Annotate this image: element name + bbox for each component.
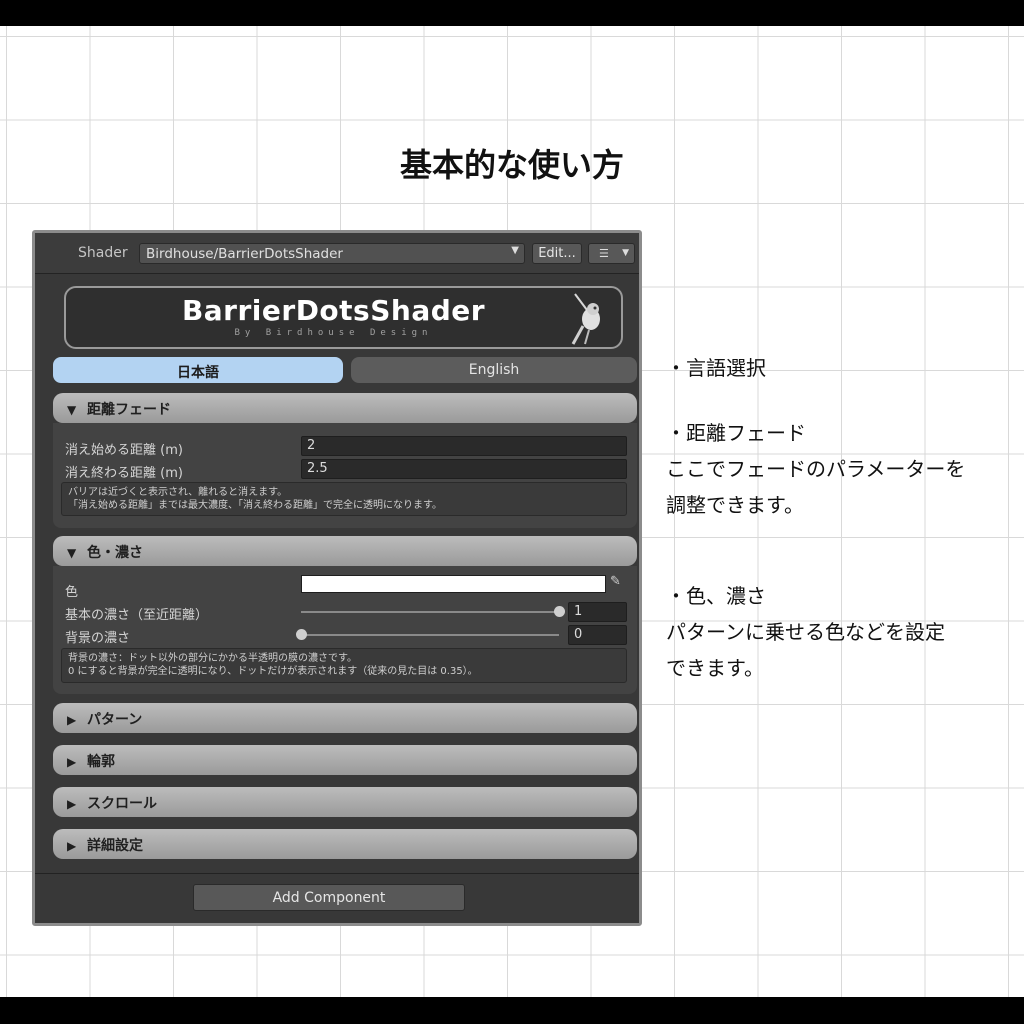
help-line: バリアは近づくと表示され、離れると消えます。 bbox=[68, 487, 288, 498]
section-title: スクロール bbox=[87, 796, 157, 812]
note-language: ・言語選択 bbox=[666, 350, 766, 386]
section-body-distance-fade: 消え始める距離 (m) 2 消え終わる距離 (m) 2.5 バリアは近づくと表示… bbox=[53, 423, 637, 528]
expanded-triangle-icon: ▼ bbox=[67, 403, 77, 417]
section-header-distance-fade[interactable]: ▼ 距離フェード bbox=[53, 393, 637, 423]
section-header-pattern[interactable]: ▶ パターン bbox=[53, 703, 637, 733]
top-letterbox-bar bbox=[0, 0, 1024, 26]
base-density-input[interactable]: 1 bbox=[568, 602, 627, 622]
fade-end-label: 消え終わる距離 (m) bbox=[65, 466, 183, 481]
shader-dropdown[interactable]: Birdhouse/BarrierDotsShader ▼ bbox=[139, 243, 525, 264]
color-field[interactable] bbox=[301, 575, 606, 593]
footer-divider bbox=[35, 873, 639, 874]
note-color-line: パターンに乗せる色などを設定 bbox=[666, 620, 945, 644]
background-density-slider-knob[interactable] bbox=[295, 629, 307, 640]
note-fade-title: ・距離フェード bbox=[666, 421, 806, 445]
section-title: 詳細設定 bbox=[87, 838, 143, 854]
section-header-color-density[interactable]: ▼ 色・濃さ bbox=[53, 536, 637, 566]
dropdown-arrow-icon: ▼ bbox=[622, 248, 629, 258]
collapsed-triangle-icon: ▶ bbox=[67, 797, 77, 811]
section-title: 輪郭 bbox=[87, 754, 115, 770]
shader-banner: BarrierDotsShader By Birdhouse Design bbox=[64, 286, 623, 349]
banner-title: BarrierDotsShader bbox=[181, 294, 486, 327]
tab-japanese[interactable]: 日本語 bbox=[53, 357, 343, 383]
section-title: 色・濃さ bbox=[87, 545, 143, 561]
section-header-scroll[interactable]: ▶ スクロール bbox=[53, 787, 637, 817]
help-line: 背景の濃さ：ドット以外の部分にかかる半透明の膜の濃さです。 bbox=[68, 653, 357, 664]
density-help-box: 背景の濃さ：ドット以外の部分にかかる半透明の膜の濃さです。 0 にすると背景が完… bbox=[61, 648, 627, 683]
section-title: パターン bbox=[87, 712, 143, 728]
fade-start-input[interactable]: 2 bbox=[301, 436, 627, 456]
dropdown-arrow-icon: ▼ bbox=[511, 245, 519, 256]
collapsed-triangle-icon: ▶ bbox=[67, 755, 77, 769]
shader-label: Shader bbox=[78, 245, 128, 261]
note-color-line: できます。 bbox=[666, 656, 764, 680]
list-menu-icon: ☰ bbox=[599, 247, 609, 260]
add-component-button[interactable]: Add Component bbox=[193, 884, 465, 911]
expanded-triangle-icon: ▼ bbox=[67, 546, 77, 560]
fade-help-box: バリアは近づくと表示され、離れると消えます。 「消え始める距離」までは最大濃度、… bbox=[61, 482, 627, 516]
note-distance-fade: ・距離フェード ここでフェードのパラメーターを 調整できます。 bbox=[666, 415, 965, 523]
section-body-color-density: 色 ✎ 基本の濃さ（至近距離） 1 背景の濃さ 0 背景の濃さ：ドット以外の部分… bbox=[53, 566, 637, 694]
eyedropper-icon[interactable]: ✎ bbox=[610, 574, 628, 592]
section-header-advanced[interactable]: ▶ 詳細設定 bbox=[53, 829, 637, 859]
color-label: 色 bbox=[65, 585, 79, 600]
note-fade-line: 調整できます。 bbox=[666, 493, 804, 517]
shader-header-row: Shader Birdhouse/BarrierDotsShader ▼ Edi… bbox=[35, 233, 639, 274]
help-line: 0 にすると背景が完全に透明になり、ドットだけが表示されます（従来の見た目は 0… bbox=[68, 666, 478, 677]
collapsed-triangle-icon: ▶ bbox=[67, 839, 77, 853]
tab-english[interactable]: English bbox=[351, 357, 637, 383]
banner-subtitle: By Birdhouse Design bbox=[234, 328, 433, 338]
bird-logo-icon bbox=[571, 293, 600, 345]
collapsed-triangle-icon: ▶ bbox=[67, 713, 77, 727]
note-fade-line: ここでフェードのパラメーターを bbox=[666, 457, 966, 481]
base-density-slider[interactable] bbox=[301, 611, 559, 613]
inspector-panel: Shader Birdhouse/BarrierDotsShader ▼ Edi… bbox=[32, 230, 642, 926]
section-header-outline[interactable]: ▶ 輪郭 bbox=[53, 745, 637, 775]
base-density-slider-knob[interactable] bbox=[553, 606, 565, 617]
fade-start-label: 消え始める距離 (m) bbox=[65, 443, 183, 458]
page-title: 基本的な使い方 bbox=[399, 146, 624, 184]
fade-end-input[interactable]: 2.5 bbox=[301, 459, 627, 479]
note-color: ・色、濃さ パターンに乗せる色などを設定 できます。 bbox=[666, 578, 945, 686]
background-density-label: 背景の濃さ bbox=[65, 631, 131, 646]
edit-shader-button[interactable]: Edit... bbox=[532, 243, 582, 264]
bottom-letterbox-bar bbox=[0, 997, 1024, 1024]
note-language-title: ・言語選択 bbox=[666, 356, 766, 380]
base-density-label: 基本の濃さ（至近距離） bbox=[65, 608, 209, 623]
background-density-slider[interactable] bbox=[301, 634, 559, 636]
section-title: 距離フェード bbox=[87, 402, 171, 418]
shader-dropdown-value: Birdhouse/BarrierDotsShader bbox=[146, 246, 343, 262]
note-color-title: ・色、濃さ bbox=[666, 584, 766, 608]
inspector-menu-button[interactable]: ☰ ▼ bbox=[588, 243, 635, 264]
help-line: 「消え始める距離」までは最大濃度、「消え終わる距離」で完全に透明になります。 bbox=[68, 500, 442, 511]
background-density-input[interactable]: 0 bbox=[568, 625, 627, 645]
